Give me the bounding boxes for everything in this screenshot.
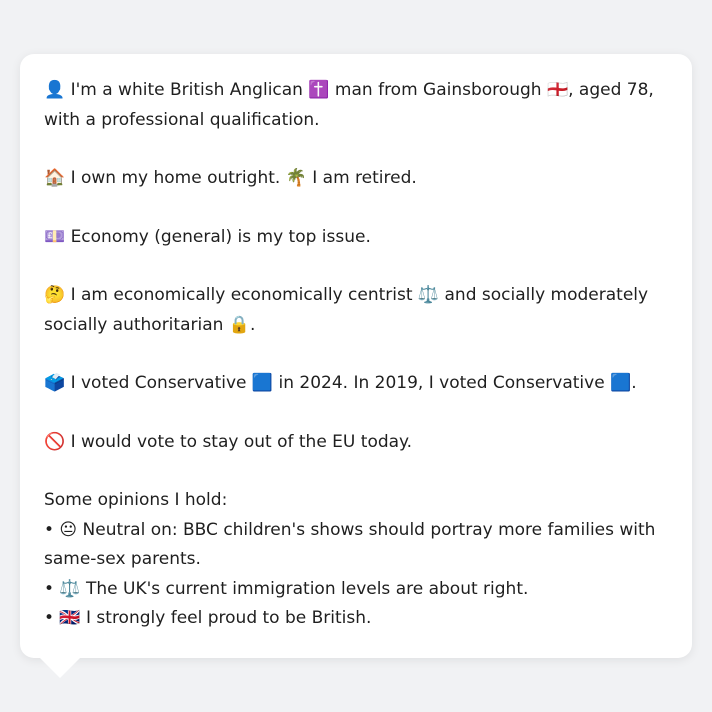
opinions-heading: Some opinions I hold: <box>44 490 228 510</box>
opinion-item: • 😐 Neutral on: BBC children's shows sho… <box>44 519 656 570</box>
eu-text: 🚫 I would vote to stay out of the EU tod… <box>44 431 413 452</box>
vote-history-text: 🗳️ I voted Conservative 🟦 in 2024. In 20… <box>44 373 637 393</box>
identity-text: 👤 I'm a white British Anglican ✝️ man fr… <box>44 80 654 130</box>
home-text: 🏠 I own my home outright. 🌴 I am retired… <box>44 168 417 188</box>
opinions-list: • 😐 Neutral on: BBC children's shows sho… <box>44 516 668 634</box>
ideology-text: 🤔 I am economically economically centris… <box>44 285 649 335</box>
top-issue-text: 💷 Economy (general) is my top issue. <box>44 226 371 247</box>
opinion-item: • ⚖️ The UK's current immigration levels… <box>44 578 529 599</box>
opinion-item: • 🇬🇧 I strongly feel proud to be British… <box>44 608 372 628</box>
message-bubble: 👤 I'm a white British Anglican ✝️ man fr… <box>20 54 692 678</box>
